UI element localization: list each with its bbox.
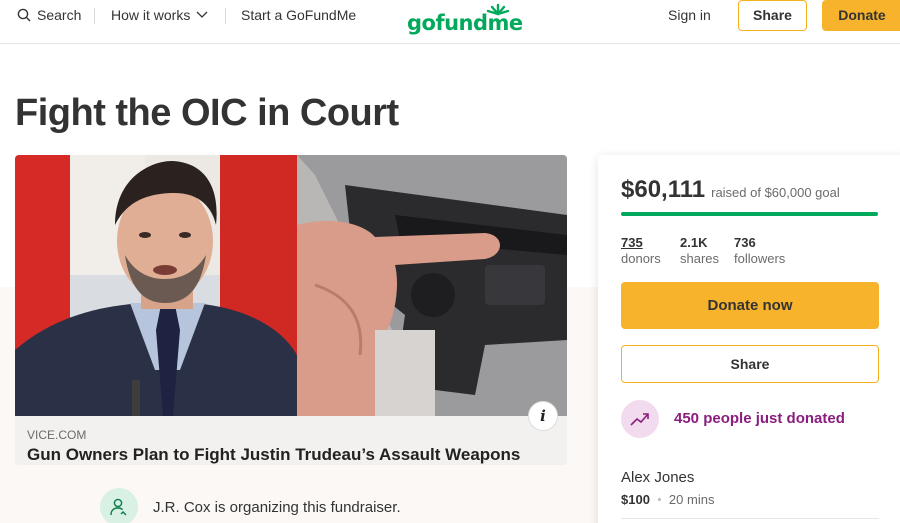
campaign-title: Fight the OIC in Court: [15, 92, 399, 134]
donate-now-button[interactable]: Donate now: [621, 282, 879, 329]
stat-shares-value: 2.1K: [680, 235, 708, 250]
stat-shares-label: shares: [680, 251, 720, 266]
progress-fill: [621, 212, 878, 216]
caption-headline: Gun Owners Plan to Fight Justin Trudeau’…: [27, 445, 521, 464]
campaign-photo: [15, 155, 567, 416]
goal-text: raised of $60,000 goal: [711, 185, 840, 200]
nav-share-button[interactable]: Share: [738, 0, 807, 31]
separator-dot: [657, 498, 661, 501]
search-icon: [17, 8, 31, 22]
search-link[interactable]: Search: [17, 7, 81, 23]
campaign-media[interactable]: VICE.COM Gun Owners Plan to Fight Justin…: [15, 155, 567, 465]
stat-donors-value: 735: [621, 235, 643, 250]
stat-donors[interactable]: 735 donors: [621, 235, 661, 266]
donor-divider: [621, 518, 879, 519]
search-label: Search: [37, 7, 82, 23]
donor-name: Alex Jones: [621, 469, 695, 486]
trending-up-icon: [621, 400, 659, 438]
share-button[interactable]: Share: [621, 345, 879, 383]
organizer-icon: [100, 488, 138, 523]
raised-summary: $60,111 raised of $60,000 goal: [621, 176, 840, 204]
donor-details: $100 20 mins: [621, 492, 714, 507]
nav-donate-button[interactable]: Donate: [822, 0, 900, 31]
donor-amount: $100: [621, 492, 650, 507]
chevron-down-icon: [196, 11, 208, 18]
stat-donors-label: donors: [621, 251, 661, 266]
logo-sprout-icon: [486, 3, 510, 16]
media-caption[interactable]: VICE.COM Gun Owners Plan to Fight Justin…: [15, 416, 567, 465]
caption-source: VICE.COM: [27, 428, 87, 442]
top-nav: Search How it works Start a GoFundMe gof…: [0, 0, 900, 44]
donation-sidebar: $60,111 raised of $60,000 goal 735 donor…: [598, 155, 900, 523]
recent-donations-text: 450 people just donated: [674, 410, 845, 427]
stat-followers-value: 736: [734, 235, 756, 250]
sign-in-link[interactable]: Sign in: [668, 7, 711, 23]
raised-amount: $60,111: [621, 176, 706, 203]
donor-time: 20 mins: [668, 492, 715, 507]
info-icon[interactable]: i: [528, 401, 558, 431]
start-gofundme-link[interactable]: Start a GoFundMe: [241, 7, 356, 23]
how-it-works-label: How it works: [111, 7, 191, 23]
stat-followers: 736 followers: [734, 235, 785, 266]
stat-followers-label: followers: [734, 251, 786, 266]
how-it-works-menu[interactable]: How it works: [111, 7, 208, 23]
nav-divider: [94, 8, 95, 24]
nav-divider: [225, 8, 226, 24]
organizer-text: J.R. Cox is organizing this fundraiser.: [153, 499, 401, 516]
stat-shares: 2.1K shares: [680, 235, 719, 266]
progress-bar: [621, 212, 878, 216]
